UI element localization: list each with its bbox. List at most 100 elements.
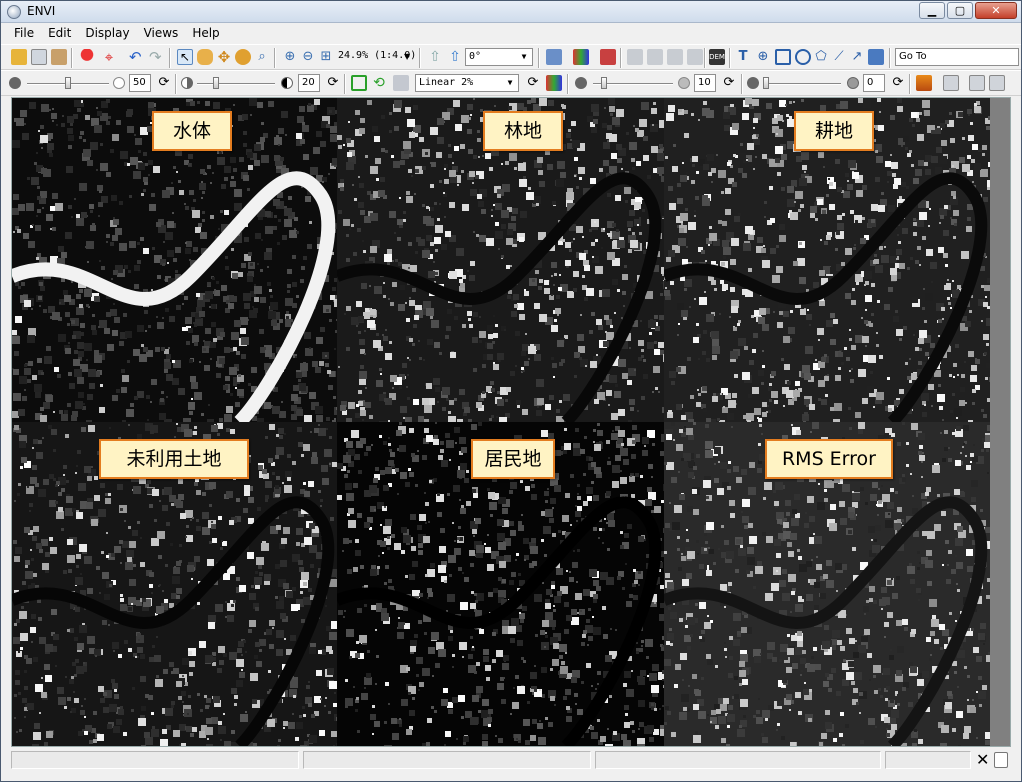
open-file-icon[interactable]	[11, 49, 27, 65]
zoom-dropdown-arrow[interactable]: ▼	[404, 49, 420, 65]
arrow-annotation-icon[interactable]: ↗	[849, 49, 865, 65]
menu-views[interactable]: Views	[137, 23, 186, 43]
view-layout-icon[interactable]	[943, 75, 959, 91]
rotate-right-icon[interactable]: ⇧	[447, 49, 463, 65]
vector-edit-icon[interactable]	[647, 49, 663, 65]
title-bar: ENVI ▁ ▢ ✕	[1, 1, 1021, 23]
sharpen-reset-icon[interactable]: ⟳	[721, 75, 737, 91]
sharpen-field[interactable]: 10	[694, 74, 716, 92]
menu-display[interactable]: Display	[78, 23, 136, 43]
layer-manager-icon[interactable]	[51, 49, 67, 65]
rotate-left-icon[interactable]: ⇧	[427, 49, 443, 65]
image-panel-forest[interactable]: 林地	[337, 98, 664, 422]
contrast-reset-icon[interactable]: ⟳	[325, 75, 341, 91]
image-panel-water[interactable]: 水体	[12, 98, 337, 422]
process-manager-icon[interactable]	[994, 752, 1008, 768]
zoom-fit-icon[interactable]: ⊞	[318, 49, 334, 65]
sharpen-slider[interactable]	[593, 77, 673, 89]
vector-tool-icon[interactable]	[627, 49, 643, 65]
undo-icon[interactable]: ↶	[129, 49, 145, 65]
minimize-button[interactable]: ▁	[919, 2, 945, 19]
pin-icon[interactable]	[79, 49, 95, 65]
toolbar-separator	[620, 48, 622, 68]
toolbar-separator	[344, 74, 346, 94]
portal-icon[interactable]	[969, 75, 985, 91]
contrast-field[interactable]: 20	[298, 74, 320, 92]
brightness-slider-thumb[interactable]	[65, 77, 71, 89]
ellipse-annotation-icon[interactable]	[795, 49, 811, 65]
polyline-annotation-icon[interactable]: ⟋	[831, 49, 847, 65]
stretch-value: Linear 2%	[419, 77, 474, 88]
toolbar-separator	[741, 74, 743, 94]
zoom-in-icon[interactable]: ⊕	[282, 49, 298, 65]
window-controls: ▁ ▢ ✕	[919, 2, 1017, 19]
zoom-tool-icon[interactable]: ⌕	[254, 49, 270, 65]
dem-icon[interactable]: DEM	[709, 49, 725, 65]
sharpen-low-icon	[575, 77, 587, 89]
rotation-field[interactable]: 0° ▼	[465, 48, 533, 66]
toolbar-separator	[419, 48, 421, 68]
image-panel-residential[interactable]: 居民地	[337, 422, 664, 746]
panel-label-rms-error: RMS Error	[765, 439, 893, 479]
redo-icon[interactable]: ↷	[149, 49, 165, 65]
chip-display-icon[interactable]	[546, 49, 562, 65]
vector-split-icon[interactable]	[687, 49, 703, 65]
rectangle-annotation-icon[interactable]	[775, 49, 791, 65]
pan-hand-icon[interactable]	[197, 49, 213, 65]
panel-label-cropland: 耕地	[794, 111, 874, 151]
spectral-profile-icon[interactable]	[600, 49, 616, 65]
goto-field[interactable]: Go To	[895, 48, 1019, 66]
vector-join-icon[interactable]	[667, 49, 683, 65]
image-panel-unused-land[interactable]: 未利用土地	[12, 422, 337, 746]
image-panel-cropland[interactable]: 耕地	[664, 98, 990, 422]
text-annotation-icon[interactable]: T	[735, 49, 751, 65]
cancel-process-icon[interactable]: ✕	[976, 750, 989, 769]
symbol-annotation-icon[interactable]: ⊕	[755, 49, 771, 65]
transparency-slider[interactable]	[763, 77, 841, 89]
transparency-slider-thumb[interactable]	[763, 77, 769, 89]
polygon-annotation-icon[interactable]: ⬠	[813, 49, 829, 65]
crosshair-icon[interactable]: ⌖	[101, 49, 117, 65]
panel-label-water: 水体	[152, 111, 232, 151]
rotate-icon[interactable]	[235, 49, 251, 65]
stretch-type-icon[interactable]	[393, 75, 409, 91]
toolbar-separator	[274, 48, 276, 68]
menu-file[interactable]: File	[7, 23, 41, 43]
data-manager-icon[interactable]	[31, 49, 47, 65]
color-table-icon[interactable]	[546, 75, 562, 91]
close-button[interactable]: ✕	[975, 2, 1017, 19]
sharpen-slider-thumb[interactable]	[601, 77, 607, 89]
stretch-dropdown[interactable]: Linear 2% ▼	[415, 74, 519, 92]
brightness-slider[interactable]	[27, 77, 109, 89]
contrast-slider-thumb[interactable]	[213, 77, 219, 89]
zoom-out-icon[interactable]: ⊖	[300, 49, 316, 65]
rotation-dropdown-icon[interactable]: ▼	[517, 50, 531, 64]
brightness-field[interactable]: 50	[129, 74, 151, 92]
toolbar-separator	[71, 48, 73, 68]
status-field-1	[11, 751, 299, 769]
panel-label-residential: 居民地	[471, 439, 555, 479]
blend-icon[interactable]	[989, 75, 1005, 91]
goto-placeholder: Go To	[899, 51, 927, 62]
select-pointer-icon[interactable]: ↖	[177, 49, 193, 65]
contrast-slider[interactable]	[197, 77, 275, 89]
rgb-bands-icon[interactable]	[573, 49, 589, 65]
menu-edit[interactable]: Edit	[41, 23, 78, 43]
window-title: ENVI	[27, 4, 56, 18]
image-panel-rms-error[interactable]: RMS Error	[664, 422, 990, 746]
transparency-reset-icon[interactable]: ⟳	[890, 75, 906, 91]
fly-icon[interactable]: ✥	[216, 49, 232, 65]
transparency-field[interactable]: 0	[863, 74, 885, 92]
menu-help[interactable]: Help	[185, 23, 226, 43]
maximize-button[interactable]: ▢	[947, 2, 973, 19]
refresh-view-icon[interactable]: ⟲	[371, 75, 387, 91]
picture-annotation-icon[interactable]	[868, 49, 884, 65]
histogram-icon[interactable]	[916, 75, 932, 91]
status-field-2	[303, 751, 591, 769]
full-extent-icon[interactable]	[351, 75, 367, 91]
stretch-dropdown-icon[interactable]: ▼	[503, 76, 517, 90]
toolbar-separator	[889, 48, 891, 68]
stretch-reset-icon[interactable]: ⟳	[525, 75, 541, 91]
brightness-reset-icon[interactable]: ⟳	[156, 75, 172, 91]
contrast-high-icon	[281, 77, 293, 89]
